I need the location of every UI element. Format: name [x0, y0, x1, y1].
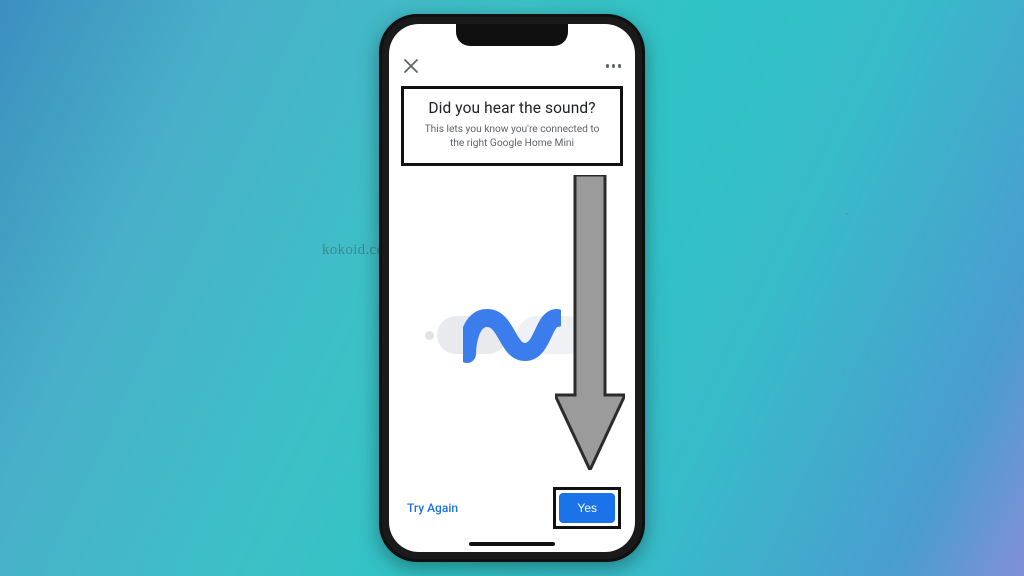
phone-notch	[456, 24, 568, 46]
sound-dot-left	[425, 331, 434, 340]
try-again-button[interactable]: Try Again	[403, 495, 462, 521]
home-indicator	[469, 542, 555, 546]
close-icon[interactable]	[403, 58, 419, 74]
page-title: Did you hear the sound?	[414, 99, 610, 117]
page-background: kokoid.com Did you hear the sound?	[0, 0, 1024, 576]
more-options-icon[interactable]	[606, 64, 622, 68]
sound-dot-right	[590, 331, 599, 340]
phone-frame: Did you hear the sound? This lets you kn…	[379, 14, 645, 562]
phone-screen: Did you hear the sound? This lets you kn…	[389, 24, 635, 552]
page-subtitle: This lets you know you're connected to t…	[414, 123, 610, 151]
title-block-highlight: Did you hear the sound? This lets you kn…	[401, 86, 623, 166]
yes-button[interactable]: Yes	[559, 493, 615, 523]
sound-wave-icon	[463, 306, 561, 364]
sound-wave-illustration	[427, 300, 597, 370]
bottom-action-bar: Try Again Yes	[403, 488, 621, 528]
yes-button-highlight: Yes	[553, 487, 621, 529]
decorative-dot	[846, 213, 848, 215]
app-top-bar	[403, 54, 621, 78]
